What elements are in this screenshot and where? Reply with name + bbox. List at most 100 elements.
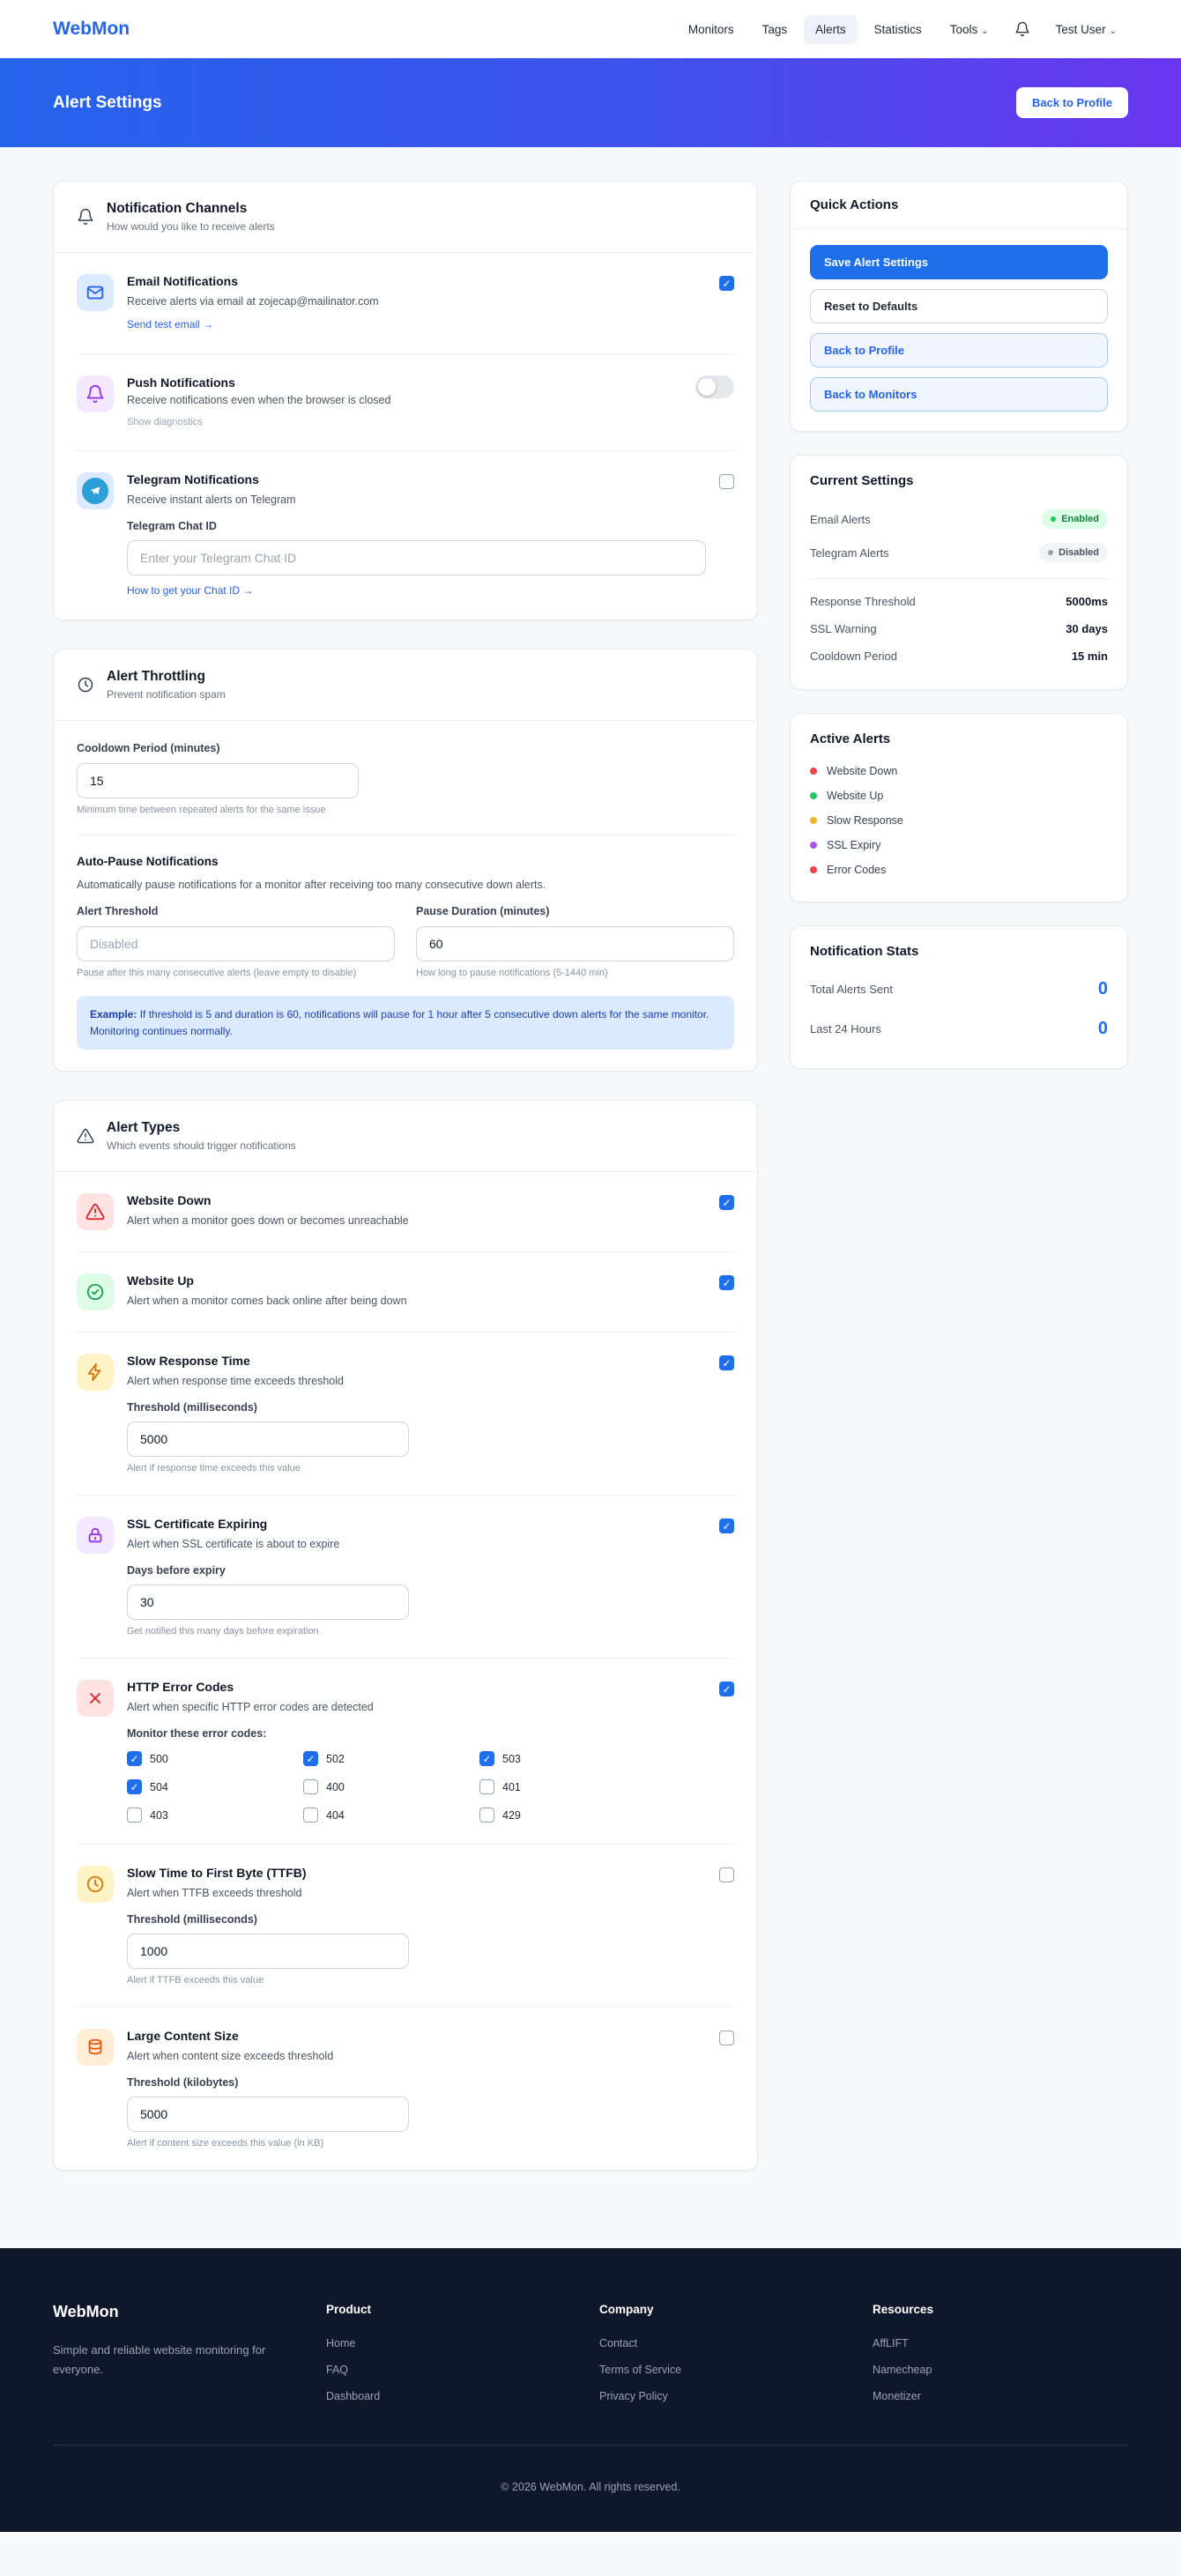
sidebar: Quick Actions Save Alert Settings Reset … — [790, 181, 1128, 1069]
response-threshold-helper: Alert if response time exceeds this valu… — [127, 1463, 301, 1474]
quick-actions-title: Quick Actions — [791, 182, 1127, 229]
back-to-profile-button[interactable]: Back to Profile — [1015, 87, 1128, 118]
last-24h-row: Last 24 Hours 0 — [810, 1019, 1108, 1038]
nav-item-statistics[interactable]: Statistics — [863, 15, 933, 44]
ssl-expiry-checkbox[interactable]: ✓ — [719, 1518, 734, 1534]
footer-link-faq[interactable]: FAQ — [326, 2364, 582, 2376]
alert-triangle-icon — [77, 1193, 114, 1231]
content-size-checkbox[interactable] — [719, 2030, 734, 2046]
error-code-503[interactable]: ✓ 503 — [479, 1751, 656, 1767]
ttfb-row: Slow Time to First Byte (TTFB) Alert whe… — [54, 1845, 757, 2007]
error-code-500[interactable]: ✓ 500 — [127, 1751, 303, 1767]
content-size-row: Large Content Size Alert when content si… — [54, 2008, 757, 2170]
error-code-404[interactable]: 404 — [303, 1808, 479, 1823]
alert-type-desc: Alert when specific HTTP error codes are… — [127, 1701, 374, 1714]
footer-link-monetizer[interactable]: Monetizer — [873, 2390, 1128, 2402]
nav-item-alerts[interactable]: Alerts — [804, 14, 858, 44]
notification-stats-title: Notification Stats — [810, 944, 919, 959]
telegram-enabled-checkbox[interactable] — [719, 474, 734, 489]
footer-link-home[interactable]: Home — [326, 2337, 582, 2350]
website-down-checkbox[interactable]: ✓ — [719, 1195, 734, 1211]
push-toggle[interactable] — [695, 375, 734, 398]
show-diagnostics-link[interactable]: Show diagnostics — [127, 417, 203, 427]
alert-type-title: Large Content Size — [127, 2029, 239, 2044]
content-size-input[interactable] — [127, 2097, 409, 2133]
active-alert-item: Slow Response — [810, 808, 1108, 833]
nav-item-tags[interactable]: Tags — [751, 15, 799, 44]
alert-type-desc: Alert when a monitor goes down or become… — [127, 1214, 409, 1228]
lightning-icon — [77, 1354, 114, 1392]
slow-response-row: Slow Response Time Alert when response t… — [54, 1333, 757, 1495]
send-test-email-link[interactable]: Send test email → — [127, 318, 213, 330]
nav-item-monitors[interactable]: Monitors — [677, 15, 746, 44]
alert-type-title: Website Down — [127, 1193, 212, 1208]
alert-type-title: SSL Certificate Expiring — [127, 1517, 268, 1532]
ttfb-checkbox[interactable] — [719, 1867, 734, 1883]
nav-item-tools[interactable]: Tools ⌄ — [939, 15, 1000, 44]
divider — [810, 578, 1108, 579]
total-alerts-row: Total Alerts Sent 0 — [810, 979, 1108, 998]
email-enabled-checkbox[interactable]: ✓ — [719, 276, 734, 291]
notifications-bell-icon[interactable] — [1006, 16, 1039, 42]
footer-link-privacy[interactable]: Privacy Policy — [599, 2390, 855, 2402]
response-threshold-input[interactable] — [127, 1422, 409, 1458]
http-errors-checkbox[interactable]: ✓ — [719, 1681, 734, 1697]
lock-icon — [77, 1517, 114, 1555]
notification-channels-card: Notification Channels How would you like… — [53, 181, 758, 620]
footer-link-namecheap[interactable]: Namecheap — [873, 2364, 1128, 2376]
notification-stats-card: Notification Stats Total Alerts Sent 0 L… — [790, 925, 1128, 1069]
back-to-monitors-button[interactable]: Back to Monitors — [810, 377, 1108, 412]
brand-logo[interactable]: WebMon — [53, 19, 130, 40]
status-dot — [810, 817, 817, 824]
telegram-chat-id-input[interactable] — [127, 540, 706, 575]
telegram-icon — [77, 472, 114, 509]
cooldown-input[interactable] — [77, 763, 359, 798]
footer-link-contact[interactable]: Contact — [599, 2337, 855, 2350]
ttfb-threshold-input[interactable] — [127, 1934, 409, 1970]
alert-type-desc: Alert when response time exceeds thresho… — [127, 1375, 344, 1388]
ssl-days-helper: Get notified this many days before expir… — [127, 1626, 319, 1637]
footer-link-dashboard[interactable]: Dashboard — [326, 2390, 582, 2402]
active-alert-item: Website Down — [810, 759, 1108, 783]
footer-link-terms[interactable]: Terms of Service — [599, 2364, 855, 2376]
error-code-504[interactable]: ✓ 504 — [127, 1779, 303, 1795]
user-menu[interactable]: Test User ⌄ — [1044, 15, 1128, 44]
channel-desc: Receive instant alerts on Telegram — [127, 494, 296, 506]
error-code-403[interactable]: 403 — [127, 1808, 303, 1823]
response-threshold-label: Threshold (milliseconds) — [127, 1401, 257, 1414]
page-title: Alert Settings — [53, 93, 162, 112]
pause-duration-label: Pause Duration (minutes) — [416, 905, 550, 917]
footer-link-afflift[interactable]: AffLIFT — [873, 2337, 1128, 2350]
website-up-checkbox[interactable]: ✓ — [719, 1275, 734, 1291]
alert-types-card: Alert Types Which events should trigger … — [53, 1100, 758, 2171]
chevron-down-icon: ⌄ — [1109, 26, 1117, 36]
error-code-401[interactable]: 401 — [479, 1779, 656, 1795]
error-code-429[interactable]: 429 — [479, 1808, 656, 1823]
telegram-status-badge: Disabled — [1039, 543, 1108, 562]
pause-duration-input[interactable] — [416, 926, 734, 961]
slow-response-checkbox[interactable]: ✓ — [719, 1355, 734, 1371]
alert-threshold-input[interactable] — [77, 926, 395, 961]
ttfb-threshold-label: Threshold (milliseconds) — [127, 1913, 257, 1926]
telegram-chat-id-label: Telegram Chat ID — [127, 520, 217, 532]
reset-to-defaults-button[interactable]: Reset to Defaults — [810, 289, 1108, 323]
channel-title: Telegram Notifications — [127, 472, 259, 486]
alert-types-header: Alert Types Which events should trigger … — [54, 1101, 757, 1173]
response-threshold-row: Response Threshold 5000ms — [810, 595, 1108, 608]
ssl-days-input[interactable] — [127, 1585, 409, 1621]
chat-id-help-link[interactable]: How to get your Chat ID → — [127, 584, 253, 597]
section-subtitle: Prevent notification spam — [107, 688, 226, 701]
website-up-row: Website Up Alert when a monitor comes ba… — [54, 1252, 757, 1332]
clock-icon — [77, 676, 94, 694]
save-alert-settings-button[interactable]: Save Alert Settings — [810, 245, 1108, 279]
autopause-example-note: Example: If threshold is 5 and duration … — [77, 996, 734, 1050]
footer-heading: Resources — [873, 2303, 934, 2317]
x-icon — [77, 1680, 114, 1718]
error-code-502[interactable]: ✓ 502 — [303, 1751, 479, 1767]
quick-actions-card: Quick Actions Save Alert Settings Reset … — [790, 181, 1128, 432]
content-size-label: Threshold (kilobytes) — [127, 2076, 239, 2090]
section-subtitle: Which events should trigger notification… — [107, 1140, 296, 1153]
active-alert-item: Website Up — [810, 783, 1108, 808]
error-code-400[interactable]: 400 — [303, 1779, 479, 1795]
back-to-profile-sidebar-button[interactable]: Back to Profile — [810, 333, 1108, 367]
